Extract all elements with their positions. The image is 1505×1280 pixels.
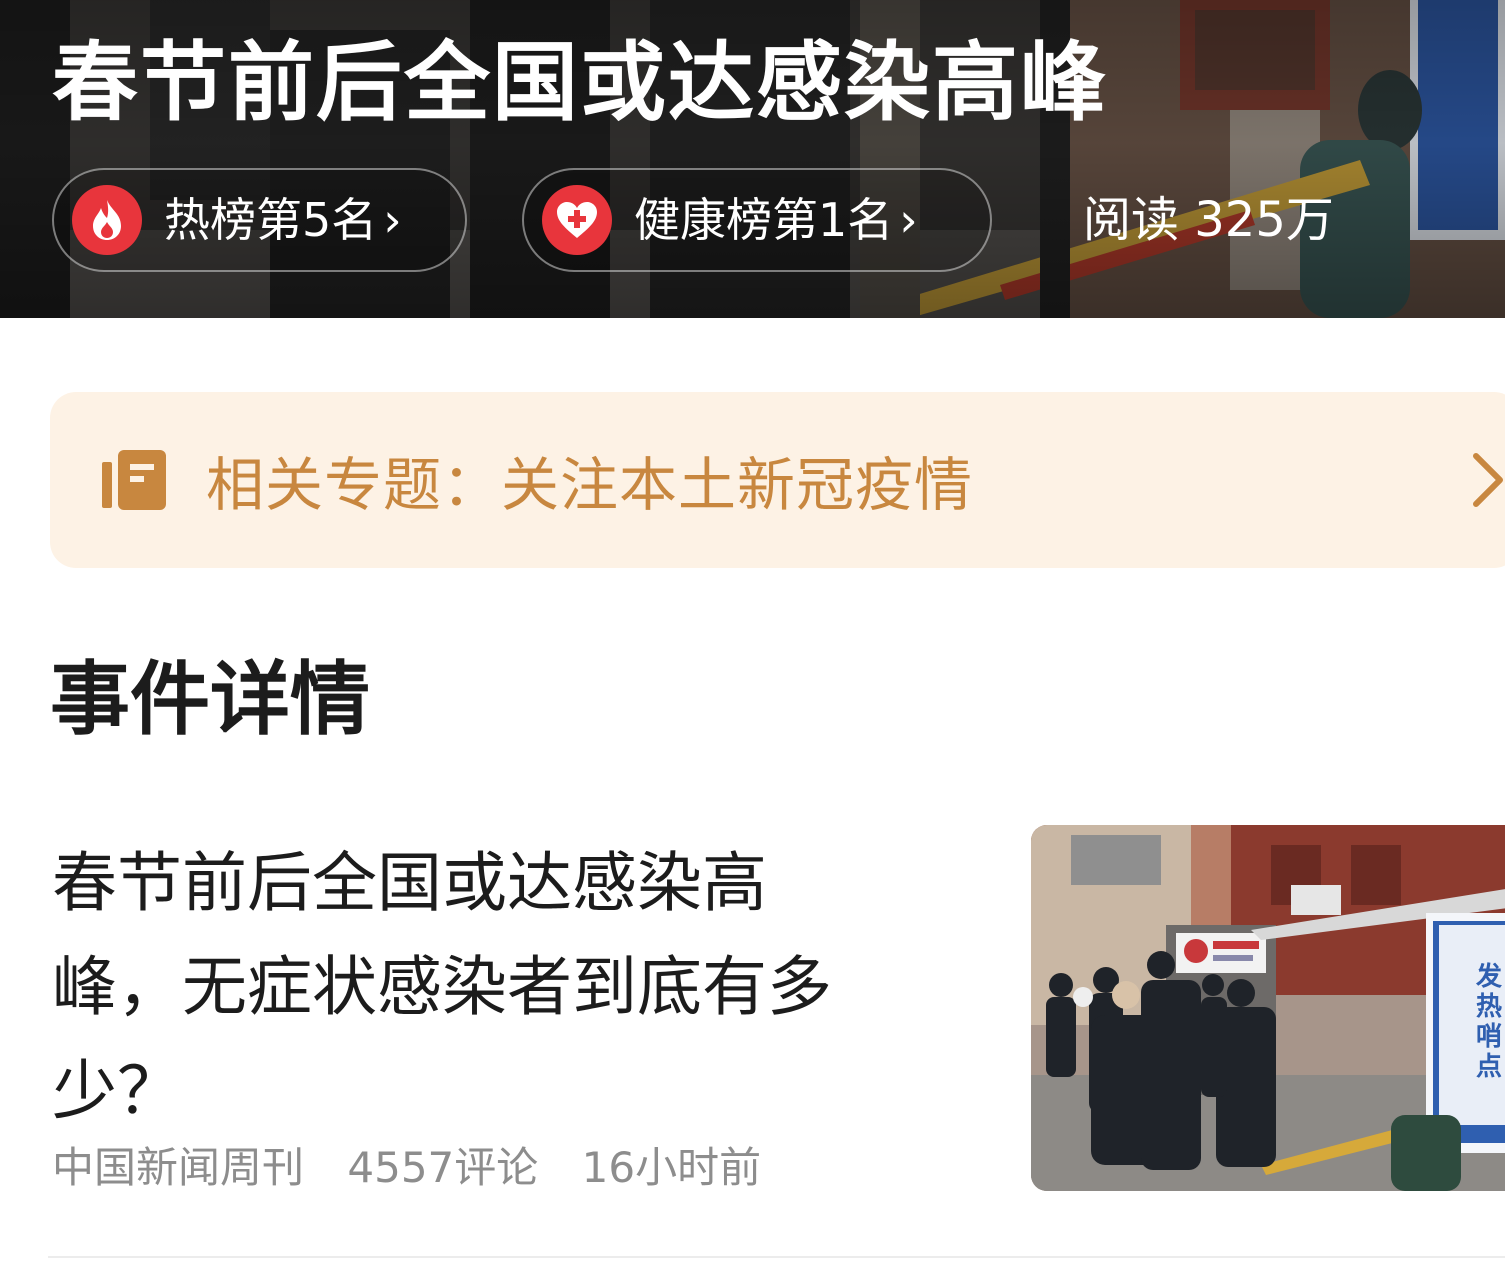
- chevron-right-icon: [1473, 453, 1503, 507]
- article-source: 中国新闻周刊: [52, 1143, 305, 1192]
- article-meta: 中国新闻周刊 4557评论 16小时前: [52, 1138, 791, 1198]
- flame-icon: [72, 185, 142, 255]
- article-time: 16小时前: [581, 1143, 762, 1192]
- page: 春节前后全国或达感染高峰 热榜第5名 › 健康榜第1名 › 阅读 325万 相关…: [0, 0, 1505, 1280]
- heart-plus-icon: [542, 185, 612, 255]
- thumbnail-image: 发 热 哨 点: [1031, 825, 1505, 1191]
- svg-text:点: 点: [1476, 1051, 1502, 1082]
- event-details-heading: 事件详情: [50, 653, 370, 746]
- hot-rank-label: 热榜第5名: [164, 193, 378, 247]
- hot-rank-button[interactable]: 热榜第5名 ›: [52, 168, 467, 272]
- hero-title: 春节前后全国或达感染高峰: [52, 33, 1108, 133]
- article-comment-count: 4557评论: [347, 1143, 539, 1192]
- article-thumbnail[interactable]: 发 热 哨 点: [1031, 825, 1505, 1191]
- divider: [48, 1256, 1505, 1258]
- related-topic-label: 相关专题：关注本土新冠疫情: [206, 451, 974, 519]
- article-title[interactable]: 春节前后全国或达感染高峰，无症状感染者到底有多少？: [52, 832, 852, 1144]
- related-topic-banner[interactable]: 相关专题：关注本土新冠疫情: [50, 392, 1505, 568]
- hot-rank-chevron-icon: ›: [383, 193, 402, 247]
- read-count: 阅读 325万: [1083, 192, 1334, 248]
- hero-banner: 春节前后全国或达感染高峰 热榜第5名 › 健康榜第1名 › 阅读 325万: [0, 0, 1505, 318]
- svg-text:热: 热: [1476, 992, 1502, 1022]
- svg-text:哨: 哨: [1476, 1022, 1502, 1052]
- health-rank-chevron-icon: ›: [899, 193, 918, 247]
- health-rank-label: 健康榜第1名: [634, 193, 894, 247]
- health-rank-button[interactable]: 健康榜第1名 ›: [522, 168, 992, 272]
- book-icon: [102, 450, 166, 510]
- svg-text:发: 发: [1475, 961, 1502, 992]
- article-card[interactable]: 春节前后全国或达感染高峰，无症状感染者到底有多少？ 中国新闻周刊 4557评论 …: [0, 820, 1505, 1220]
